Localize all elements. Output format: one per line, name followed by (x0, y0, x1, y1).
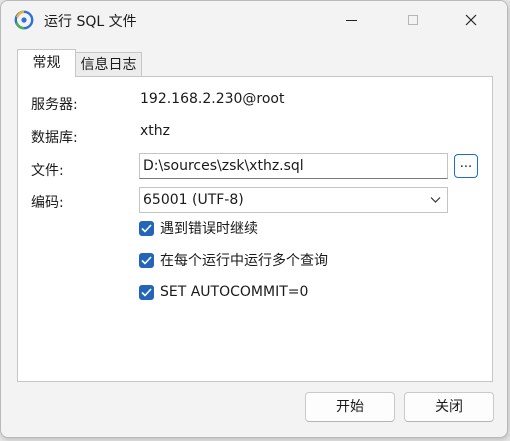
chevron-down-icon (430, 197, 441, 203)
tab-general[interactable]: 常规 (17, 49, 76, 77)
file-label: 文件: (31, 163, 64, 179)
checkmark-icon (141, 255, 152, 265)
encoding-label: 编码: (31, 195, 64, 211)
multiple-queries-label: 在每个运行中运行多个查询 (160, 253, 328, 269)
title-bar: 运行 SQL 文件 (1, 1, 507, 39)
continue-on-error-label: 遇到错误时继续 (160, 221, 258, 237)
checkmark-icon (141, 223, 152, 233)
browse-file-button[interactable]: ... (454, 154, 478, 178)
encoding-select[interactable]: 65001 (UTF-8) (139, 187, 448, 213)
autocommit-label: SET AUTOCOMMIT=0 (160, 284, 309, 300)
server-value: 192.168.2.230@root (140, 91, 285, 107)
option-autocommit[interactable]: SET AUTOCOMMIT=0 (139, 283, 308, 301)
server-label: 服务器: (31, 97, 78, 113)
run-sql-file-dialog: 运行 SQL 文件 常规 信息日志 服务器: 192.168.2.230@roo… (0, 0, 508, 438)
window-title: 运行 SQL 文件 (44, 14, 137, 30)
close-icon (465, 14, 477, 26)
continue-on-error-checkbox[interactable] (139, 220, 154, 236)
database-label: 数据库: (31, 130, 78, 146)
autocommit-checkbox[interactable] (139, 284, 154, 300)
start-button[interactable]: 开始 (305, 392, 395, 422)
minimize-button[interactable] (328, 1, 374, 39)
close-window-button[interactable] (448, 1, 494, 39)
app-logo-icon (14, 10, 34, 30)
option-multiple-queries[interactable]: 在每个运行中运行多个查询 (139, 251, 328, 269)
maximize-icon (408, 15, 418, 25)
multiple-queries-checkbox[interactable] (139, 252, 154, 268)
minimize-icon (345, 19, 357, 21)
option-continue-on-error[interactable]: 遇到错误时继续 (139, 219, 258, 237)
database-value: xthz (140, 123, 170, 139)
maximize-button[interactable] (390, 1, 436, 39)
file-path-input[interactable]: D:\sources\zsk\xthz.sql (139, 153, 448, 179)
tab-message-log[interactable]: 信息日志 (76, 52, 142, 76)
checkmark-icon (141, 287, 152, 297)
encoding-selected-value: 65001 (UTF-8) (143, 192, 244, 208)
close-button[interactable]: 关闭 (404, 392, 494, 422)
